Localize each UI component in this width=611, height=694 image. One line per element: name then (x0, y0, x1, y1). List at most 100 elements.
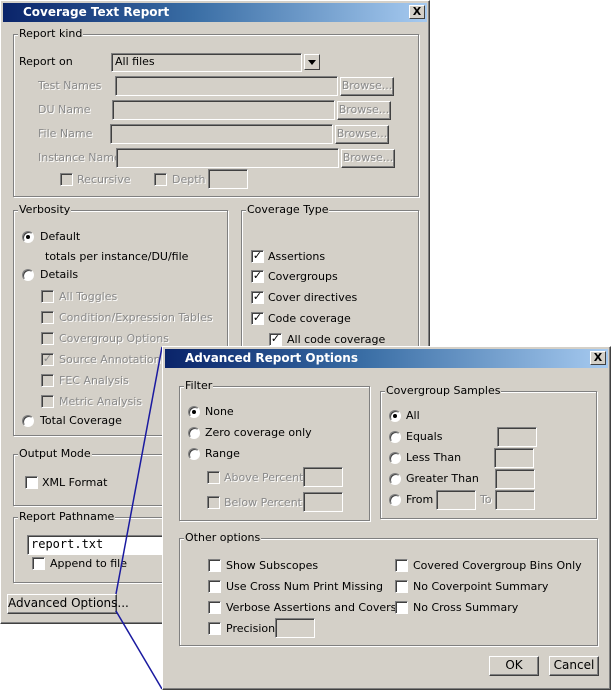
other-options-label: Other options (184, 531, 262, 545)
equals-input[interactable] (497, 427, 537, 447)
all-toggles-checkbox[interactable] (41, 290, 54, 303)
samples-all-label: All (406, 409, 420, 422)
default-label: Default (40, 230, 81, 243)
coverage-type-label: Coverage Type (246, 203, 330, 217)
append-to-file-checkbox[interactable] (32, 557, 45, 570)
fec-analysis-label: FEC Analysis (59, 374, 129, 387)
filter-none-label: None (205, 405, 234, 418)
all-code-coverage-label: All code coverage (287, 333, 386, 346)
cover-directives-label: Cover directives (268, 291, 358, 304)
close-icon: X (593, 351, 603, 364)
zero-coverage-label: Zero coverage only (205, 426, 312, 439)
default-description: totals per instance/DU/file (45, 250, 189, 263)
close-button[interactable]: X (409, 5, 425, 19)
greater-than-label: Greater Than (406, 472, 479, 485)
du-name-input[interactable] (112, 100, 335, 120)
less-than-input[interactable] (494, 448, 534, 468)
source-annotation-label: Source Annotation (59, 353, 161, 366)
report-kind-label: Report kind (18, 27, 84, 41)
code-coverage-label: Code coverage (268, 312, 351, 325)
output-mode-label: Output Mode (18, 447, 92, 461)
to-label: To (480, 493, 492, 506)
report-kind-group: Report kind Report on All files Test Nam… (13, 27, 419, 197)
default-radio[interactable] (22, 231, 34, 243)
covered-bins-only-label: Covered Covergroup Bins Only (413, 559, 582, 572)
show-subscopes-label: Show Subscopes (226, 559, 319, 572)
covered-bins-only-checkbox[interactable] (395, 559, 408, 572)
recursive-checkbox[interactable] (60, 173, 73, 186)
dialog-title: Coverage Text Report (23, 5, 170, 19)
code-coverage-checkbox[interactable]: ✓ (251, 312, 264, 325)
metric-analysis-label: Metric Analysis (59, 395, 143, 408)
append-to-file-label: Append to file (50, 557, 127, 570)
xml-format-label: XML Format (42, 476, 108, 489)
range-radio[interactable] (188, 448, 200, 460)
total-coverage-radio[interactable] (22, 415, 34, 427)
report-on-label: Report on (19, 55, 73, 68)
from-radio[interactable] (389, 494, 401, 506)
no-coverpoint-summary-label: No Coverpoint Summary (413, 580, 549, 593)
instance-name-label: Instance Name (38, 151, 121, 164)
verbose-assertions-checkbox[interactable] (208, 601, 221, 614)
advanced-report-options-dialog: Advanced Report Options X Filter None Ze… (162, 346, 611, 690)
no-cross-summary-checkbox[interactable] (395, 601, 408, 614)
below-percent-label: Below Percent (224, 496, 302, 509)
assertions-label: Assertions (268, 250, 326, 263)
browse-instance-name-button[interactable]: Browse... (341, 149, 395, 168)
browse-du-name-button[interactable]: Browse... (337, 101, 391, 120)
advanced-close-button[interactable]: X (590, 351, 606, 365)
browse-file-name-button[interactable]: Browse... (335, 125, 389, 144)
advanced-dialog-title: Advanced Report Options (185, 351, 358, 365)
below-percent-checkbox[interactable] (207, 496, 220, 509)
assertions-checkbox[interactable]: ✓ (251, 250, 264, 263)
advanced-options-button[interactable]: Advanced Options... (7, 594, 129, 614)
other-options-group: Other options Show Subscopes Use Cross N… (179, 531, 598, 646)
from-input[interactable] (436, 490, 476, 510)
test-names-input[interactable] (115, 76, 338, 96)
cancel-button[interactable]: Cancel (549, 656, 599, 676)
browse-test-names-button[interactable]: Browse... (340, 77, 394, 96)
greater-than-radio[interactable] (389, 473, 401, 485)
depth-checkbox[interactable] (154, 173, 167, 186)
chevron-down-icon[interactable] (304, 54, 320, 70)
to-input[interactable] (495, 490, 535, 510)
details-label: Details (40, 268, 79, 281)
below-percent-input[interactable] (303, 492, 343, 512)
zero-coverage-radio[interactable] (188, 427, 200, 439)
cross-num-print-missing-checkbox[interactable] (208, 580, 221, 593)
close-icon: X (412, 5, 422, 18)
ok-button[interactable]: OK (489, 656, 539, 676)
equals-radio[interactable] (389, 431, 401, 443)
xml-format-checkbox[interactable] (25, 476, 38, 489)
report-on-select[interactable]: All files (111, 53, 302, 72)
covergroups-checkbox[interactable]: ✓ (251, 270, 264, 283)
verbosity-label: Verbosity (18, 203, 72, 217)
condition-tables-label: Condition/Expression Tables (59, 311, 213, 324)
metric-analysis-checkbox[interactable] (41, 395, 54, 408)
source-annotation-checkbox[interactable]: ✓ (41, 353, 54, 366)
filter-label: Filter (184, 379, 214, 393)
cover-directives-checkbox[interactable]: ✓ (251, 291, 264, 304)
less-than-radio[interactable] (389, 452, 401, 464)
greater-than-input[interactable] (495, 469, 535, 489)
fec-analysis-checkbox[interactable] (41, 374, 54, 387)
instance-name-input[interactable] (116, 148, 339, 168)
all-code-coverage-checkbox[interactable]: ✓ (269, 333, 282, 346)
details-radio[interactable] (22, 269, 34, 281)
all-toggles-label: All Toggles (59, 290, 118, 303)
samples-all-radio[interactable] (389, 410, 401, 422)
equals-label: Equals (406, 430, 443, 443)
precision-checkbox[interactable] (208, 622, 221, 635)
no-coverpoint-summary-checkbox[interactable] (395, 580, 408, 593)
covergroup-options-checkbox[interactable] (41, 332, 54, 345)
filter-none-radio[interactable] (188, 406, 200, 418)
above-percent-checkbox[interactable] (207, 471, 220, 484)
condition-tables-checkbox[interactable] (41, 311, 54, 324)
show-subscopes-checkbox[interactable] (208, 559, 221, 572)
above-percent-input[interactable] (303, 467, 343, 487)
depth-input[interactable] (208, 169, 248, 189)
title-bar: Coverage Text Report X (3, 3, 427, 22)
precision-input[interactable] (275, 618, 315, 638)
file-name-input[interactable] (110, 124, 333, 144)
depth-label: Depth (172, 173, 206, 186)
